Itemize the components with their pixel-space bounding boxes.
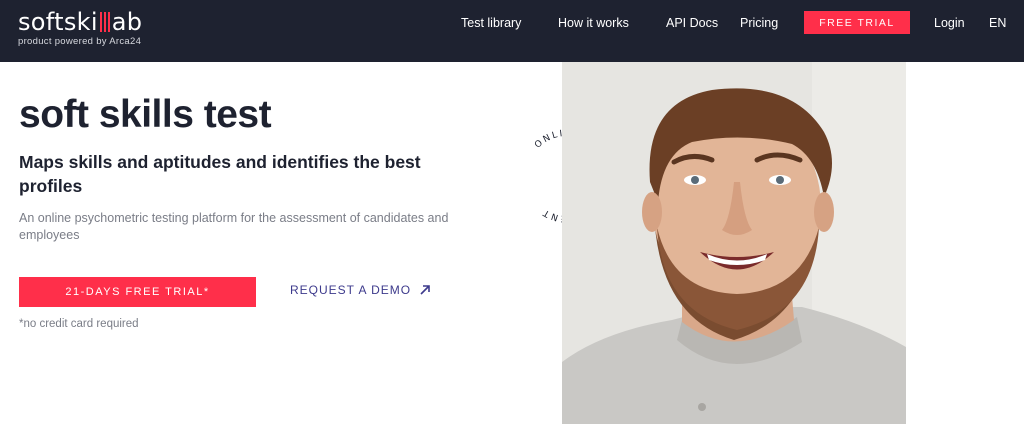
request-demo-link[interactable]: REQUEST A DEMO: [290, 283, 431, 297]
free-trial-cta-button[interactable]: 21-DAYS FREE TRIAL*: [19, 277, 256, 307]
nav-item-api-docs[interactable]: API Docs: [666, 15, 718, 31]
portrait-illustration: [562, 62, 906, 424]
logo[interactable]: softski ab product powered by Arca24: [18, 9, 142, 47]
smiling-man-photo: [562, 62, 906, 424]
hero-description: An online psychometric testing platform …: [19, 211, 449, 242]
request-demo-label: REQUEST A DEMO: [290, 283, 412, 297]
nav-item-pricing[interactable]: Pricing: [740, 15, 778, 31]
logo-tagline: product powered by Arca24: [18, 36, 142, 47]
arrow-up-right-icon: [420, 285, 430, 295]
free-trial-button[interactable]: FREE TRIAL: [804, 11, 910, 34]
logo-text-left: softski: [18, 8, 98, 36]
logo-wordmark: softski ab: [18, 9, 142, 35]
logo-bars-icon: [99, 12, 111, 32]
no-credit-card-note: *no credit card required: [19, 318, 139, 330]
language-selector[interactable]: EN: [989, 15, 1006, 31]
nav-item-how-it-works[interactable]: How it works: [558, 15, 629, 31]
page-title: soft skills test: [19, 93, 272, 136]
logo-text-right: ab: [111, 8, 143, 36]
hero-subtitle: Maps skills and aptitudes and identifies…: [19, 152, 421, 196]
nav-item-test-library[interactable]: Test library: [461, 15, 521, 31]
login-link[interactable]: Login: [934, 15, 965, 31]
top-navbar: softski ab product powered by Arca24 Test…: [0, 0, 1024, 62]
